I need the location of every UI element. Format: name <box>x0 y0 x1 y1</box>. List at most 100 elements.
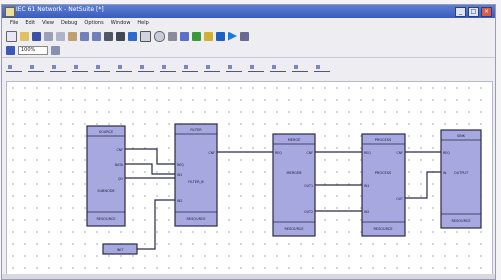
wire-cnf-req[interactable] <box>125 148 175 165</box>
new-icon[interactable] <box>6 30 17 42</box>
zoom-select[interactable]: 100% <box>18 45 48 55</box>
wire-process-sink-in[interactable] <box>405 171 441 199</box>
cut-icon[interactable] <box>44 31 53 41</box>
port-source-qo: QO <box>118 177 124 181</box>
zoom-toolbar: 100% <box>6 45 60 55</box>
block-source-name: SUBNODE <box>97 189 114 193</box>
block-sink-header: SINK <box>457 134 466 138</box>
port-filter-in2: IN2 <box>177 199 182 203</box>
menu-debug[interactable]: Debug <box>61 19 77 28</box>
port-process-out: OUT <box>396 197 403 201</box>
block-merge-name: MERGEB <box>287 171 303 175</box>
refresh-icon[interactable] <box>154 30 165 42</box>
play-icon[interactable] <box>228 31 237 41</box>
app-icon <box>5 7 15 17</box>
window-title: IEC 61 Network - NetSuite [*] <box>16 6 104 13</box>
block-init[interactable]: INIT <box>102 243 138 255</box>
port-process-in1: IN1 <box>364 184 369 188</box>
connect-icon[interactable] <box>94 64 110 72</box>
block-merge[interactable]: MERGE MERGEB RESOURCE REQ CNF OUT1 OUT2 <box>272 133 316 237</box>
alignment-toolbar <box>6 62 330 74</box>
diagram-canvas[interactable]: SOURCE SUBNODE RESOURCE CNF DATA QO FILT… <box>6 81 493 277</box>
route-icon[interactable] <box>116 64 132 72</box>
close-button[interactable]: × <box>481 7 492 17</box>
library-icon[interactable] <box>116 31 125 41</box>
list-icon[interactable] <box>180 31 189 41</box>
minimize-button[interactable]: _ <box>455 7 466 17</box>
port-merge-req: REQ <box>275 151 282 155</box>
block-sink-footer: RESOURCE <box>451 219 470 223</box>
block-source[interactable]: SOURCE SUBNODE RESOURCE CNF DATA QO <box>86 125 126 227</box>
align-center-icon[interactable] <box>28 64 44 72</box>
port-filter-in1: IN1 <box>177 173 182 177</box>
undo-icon[interactable] <box>80 31 89 41</box>
block-filter-name: FILTER_B <box>188 180 204 184</box>
open-icon[interactable] <box>20 31 29 41</box>
status-bar <box>2 274 495 279</box>
port-sink-req: REQ <box>443 151 450 155</box>
menu-view[interactable]: View <box>42 19 54 28</box>
menu-bar: File Edit View Debug Options Window Help <box>2 19 495 28</box>
bring-front-icon[interactable] <box>182 64 198 72</box>
settings-icon[interactable] <box>240 31 249 41</box>
block-init-label: INIT <box>117 248 125 252</box>
block-filter-header: FILTER <box>190 128 202 132</box>
route-alt-icon[interactable] <box>138 64 154 72</box>
block-process-footer: RESOURCE <box>373 227 392 231</box>
run-icon[interactable] <box>168 31 177 41</box>
port-merge-cnf: CNF <box>307 151 314 155</box>
port-filter-req: REQ <box>177 163 184 167</box>
send-back-icon[interactable] <box>204 64 220 72</box>
redo-icon[interactable] <box>92 31 101 41</box>
block-source-footer: RESOURCE <box>96 217 115 221</box>
wire-data-in1[interactable] <box>125 163 175 175</box>
block-source-header: SOURCE <box>99 130 113 134</box>
port-merge-out2: OUT2 <box>304 210 313 214</box>
distribute-icon[interactable] <box>72 64 88 72</box>
ungroup-icon[interactable] <box>248 64 264 72</box>
port-process-in2: IN2 <box>364 210 369 214</box>
menu-edit[interactable]: Edit <box>25 19 35 28</box>
block-merge-footer: RESOURCE <box>284 227 303 231</box>
port-filter-cnf: CNF <box>209 151 216 155</box>
fit-icon[interactable] <box>314 64 330 72</box>
port-process-cnf: CNF <box>397 151 404 155</box>
main-toolbar <box>6 30 249 42</box>
menu-help[interactable]: Help <box>137 19 148 28</box>
block-filter[interactable]: FILTER FILTER_B RESOURCE REQ IN1 IN2 CNF <box>174 123 218 227</box>
tree-icon[interactable] <box>192 31 201 41</box>
menu-file[interactable]: File <box>10 19 18 28</box>
menu-options[interactable]: Options <box>84 19 103 28</box>
zoom-in-icon[interactable] <box>51 45 60 55</box>
window-controls: _ □ × <box>455 7 492 17</box>
zoom-icon[interactable] <box>6 45 15 55</box>
title-bar[interactable]: IEC 61 Network - NetSuite [*] _ □ × <box>2 5 495 18</box>
snap-icon[interactable] <box>292 64 308 72</box>
menu-window[interactable]: Window <box>111 19 131 28</box>
debug-icon[interactable] <box>204 31 213 41</box>
grid-icon[interactable] <box>270 64 286 72</box>
group-icon[interactable] <box>226 64 242 72</box>
block-filter-footer: RESOURCE <box>186 217 205 221</box>
port-merge-out1: OUT1 <box>304 184 313 188</box>
space-icon[interactable] <box>160 64 176 72</box>
save-icon[interactable] <box>32 31 41 41</box>
step-icon[interactable] <box>216 31 225 41</box>
app-window: IEC 61 Network - NetSuite [*] _ □ × File… <box>1 4 496 280</box>
block-process[interactable]: PROCESS PROCESS RESOURCE REQ IN1 IN2 CNF… <box>361 133 406 237</box>
align-right-icon[interactable] <box>50 64 66 72</box>
maximize-button[interactable]: □ <box>468 7 479 17</box>
wire-init[interactable] <box>137 199 175 250</box>
port-process-req: REQ <box>364 151 371 155</box>
color-icon[interactable] <box>128 31 137 41</box>
align-left-icon[interactable] <box>6 64 22 72</box>
block-sink[interactable]: SINK OUTPUT RESOURCE REQ IN <box>440 129 482 229</box>
block-merge-header: MERGE <box>288 138 301 142</box>
paste-icon[interactable] <box>68 31 77 41</box>
port-source-cnf: CNF <box>117 148 124 152</box>
block-process-name: PROCESS <box>375 171 392 175</box>
copy-icon[interactable] <box>56 31 65 41</box>
block-process-header: PROCESS <box>375 138 392 142</box>
compile-icon[interactable] <box>140 30 151 42</box>
print-icon[interactable] <box>104 31 113 41</box>
